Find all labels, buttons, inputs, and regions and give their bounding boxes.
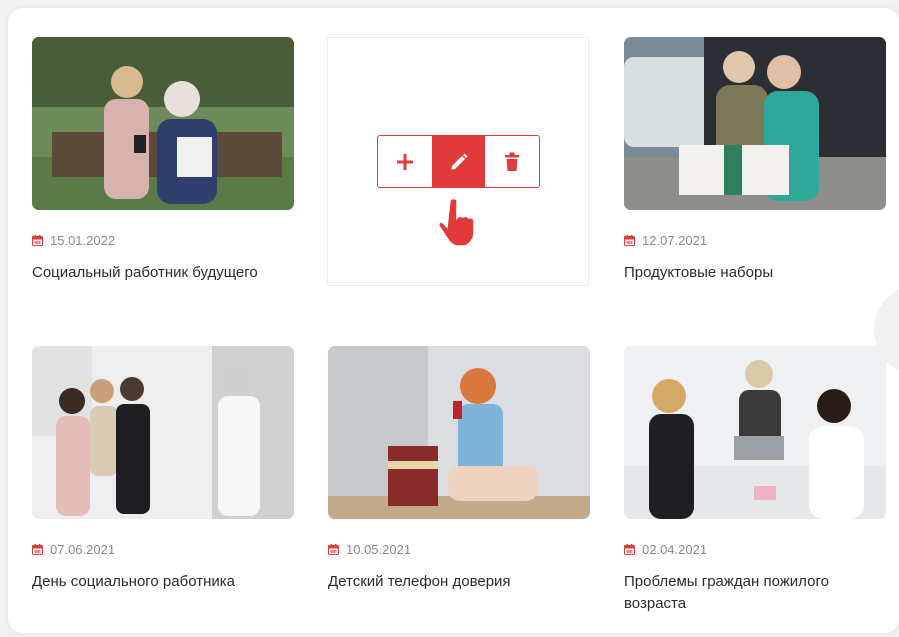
add-button[interactable]: [378, 136, 432, 187]
calendar-icon: [328, 544, 339, 555]
news-date: 10.05.2021: [328, 542, 411, 557]
pencil-icon: [451, 153, 467, 169]
empty-card-placeholder: [327, 37, 589, 286]
news-image[interactable]: [32, 346, 294, 519]
edit-button[interactable]: [431, 136, 486, 187]
news-card[interactable]: 15.01.2022 Социальный работник будущего: [32, 37, 294, 327]
news-image[interactable]: [624, 346, 886, 519]
news-title[interactable]: День социального работника: [32, 571, 294, 593]
news-date-text: 02.04.2021: [642, 542, 708, 557]
news-image[interactable]: [328, 346, 590, 519]
news-image[interactable]: [624, 37, 886, 210]
news-image[interactable]: [32, 37, 294, 210]
news-title[interactable]: Проблемы граждан пожилого возраста: [624, 571, 886, 615]
news-date-text: 15.01.2022: [50, 233, 116, 248]
news-card[interactable]: 02.04.2021 Проблемы граждан пожилого воз…: [624, 346, 886, 631]
hand-pointer-icon: [438, 197, 475, 247]
edit-toolbar: [377, 135, 540, 188]
news-card[interactable]: 12.07.2021 Продуктовые наборы: [624, 37, 886, 327]
news-card[interactable]: 07.06.2021 День социального работника: [32, 346, 294, 631]
news-date: 07.06.2021: [32, 542, 115, 557]
news-date-text: 12.07.2021: [642, 233, 708, 248]
news-title[interactable]: Детский телефон доверия: [328, 571, 590, 593]
calendar-icon: [624, 544, 635, 555]
trash-icon: [505, 152, 520, 171]
calendar-icon: [624, 235, 635, 246]
news-date: 02.04.2021: [624, 542, 707, 557]
news-date-text: 10.05.2021: [346, 542, 412, 557]
news-card[interactable]: 10.05.2021 Детский телефон доверия: [328, 346, 590, 631]
news-date: 12.07.2021: [624, 233, 707, 248]
news-title[interactable]: Социальный работник будущего: [32, 262, 294, 284]
news-panel: 15.01.2022 Социальный работник будущего: [8, 8, 899, 633]
plus-icon: [396, 153, 413, 170]
calendar-icon: [32, 235, 43, 246]
news-date: 15.01.2022: [32, 233, 115, 248]
news-date-text: 07.06.2021: [50, 542, 116, 557]
calendar-icon: [32, 544, 43, 555]
news-title[interactable]: Продуктовые наборы: [624, 262, 886, 284]
delete-button[interactable]: [485, 136, 539, 187]
